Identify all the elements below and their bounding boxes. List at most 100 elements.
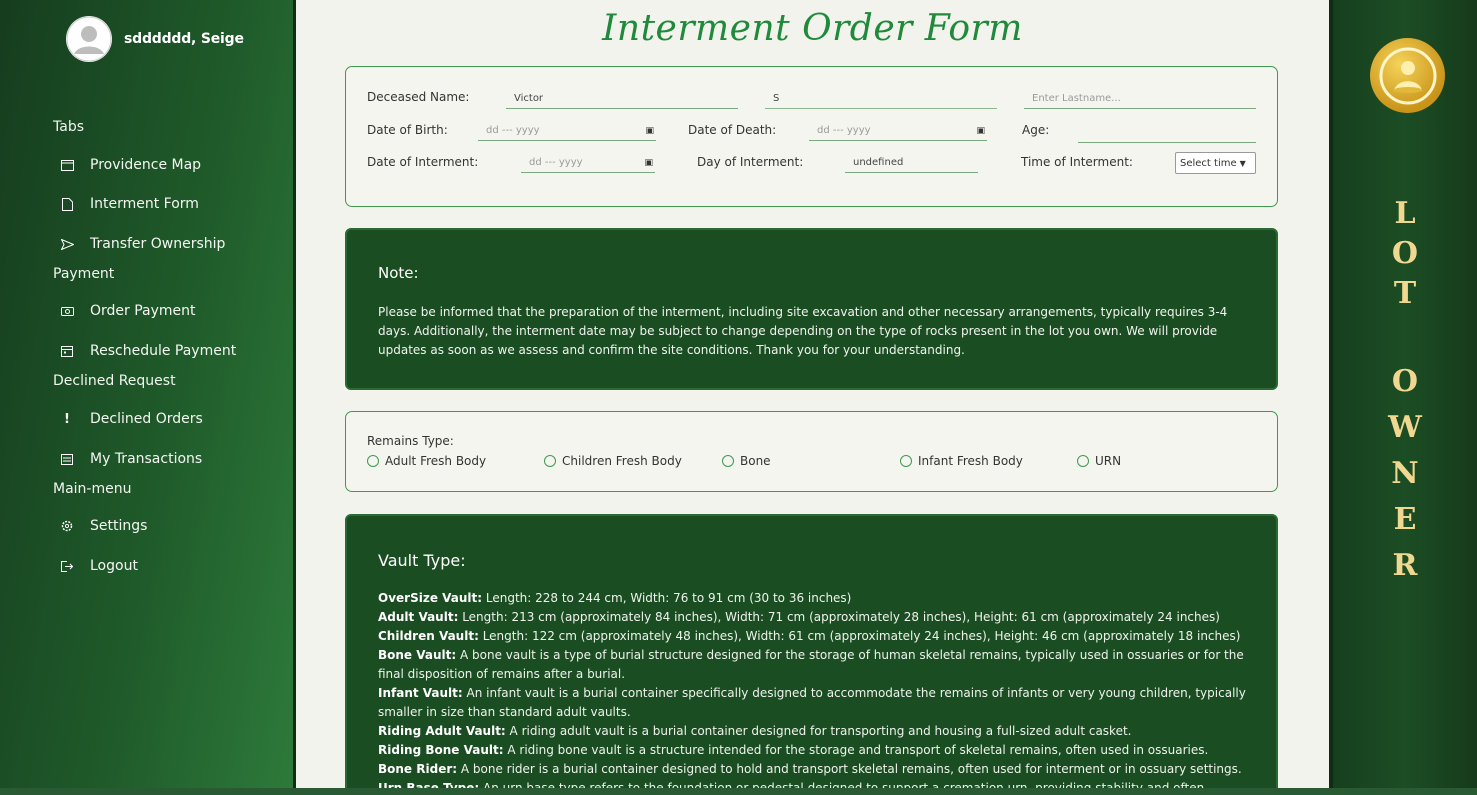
radio-label: URN — [1095, 454, 1122, 468]
radio-circle[interactable] — [900, 455, 912, 467]
vault-type-list: OverSize Vault: Length: 228 to 244 cm, W… — [378, 589, 1258, 795]
date-placeholder: dd --- yyyy — [529, 157, 583, 168]
vault-item-name: Children Vault: — [378, 629, 479, 643]
age-input[interactable] — [1078, 123, 1256, 143]
age-label: Age: — [1022, 123, 1050, 137]
note-title: Note: — [378, 264, 419, 282]
nav-reschedule-payment[interactable]: Reschedule Payment — [60, 343, 236, 359]
vault-item: OverSize Vault: Length: 228 to 244 cm, W… — [378, 589, 1258, 608]
deceased-name-label: Deceased Name: — [367, 90, 470, 104]
radio-label: Adult Fresh Body — [385, 454, 487, 468]
vault-type-title: Vault Type: — [378, 551, 466, 570]
doi-input[interactable]: dd --- yyyy ▣ — [521, 153, 655, 173]
radio-circle[interactable] — [544, 455, 556, 467]
money-icon — [60, 304, 74, 318]
vertical-letter: L — [1394, 196, 1416, 231]
radio-adult-fresh-body[interactable]: Adult Fresh Body — [367, 454, 486, 468]
doi-label: Date of Interment: — [367, 155, 479, 169]
radio-infant-fresh-body[interactable]: Infant Fresh Body — [900, 454, 1023, 468]
vault-item: Bone Vault: A bone vault is a type of bu… — [378, 646, 1258, 684]
nav-interment-form[interactable]: Interment Form — [60, 196, 199, 212]
nav-providence-map[interactable]: Providence Map — [60, 157, 201, 173]
radio-label: Children Fresh Body — [562, 454, 682, 468]
receipt-icon — [60, 452, 74, 466]
vertical-letter: O — [1391, 236, 1419, 271]
radio-circle[interactable] — [367, 455, 379, 467]
nav-label: My Transactions — [90, 451, 203, 467]
chevron-down-icon: ▼ — [1239, 158, 1246, 168]
time-label: Time of Interment: — [1021, 155, 1133, 169]
page-title: Interment Order Form — [602, 8, 1023, 49]
nav-label: Interment Form — [90, 196, 199, 212]
last-name-input[interactable] — [1024, 89, 1256, 109]
right-panel: L O T O W N E R — [1333, 0, 1477, 795]
vertical-letter: N — [1391, 456, 1419, 491]
dob-label: Date of Birth: — [367, 123, 448, 137]
remains-type-label: Remains Type: — [367, 434, 454, 448]
avatar — [66, 16, 112, 62]
nav-transfer-ownership[interactable]: Transfer Ownership — [60, 236, 225, 252]
vault-item-name: OverSize Vault: — [378, 591, 483, 605]
middle-name-input[interactable] — [765, 89, 997, 109]
vertical-letter: W — [1388, 410, 1422, 445]
date-placeholder: dd --- yyyy — [817, 125, 871, 136]
vault-item-desc: A riding adult vault is a burial contain… — [505, 724, 1132, 738]
note-text: Please be informed that the preparation … — [378, 305, 1228, 357]
calendar-icon[interactable]: ▣ — [645, 126, 654, 136]
vault-item: Riding Bone Vault: A riding bone vault i… — [378, 741, 1258, 760]
section-tabs: Tabs — [53, 119, 84, 135]
radio-label: Bone — [740, 454, 771, 468]
user-icon — [66, 16, 112, 62]
vault-item-desc: An infant vault is a burial container sp… — [378, 686, 1246, 719]
main-content: Interment Order Form Deceased Name: Date… — [296, 0, 1329, 795]
vault-item-desc: A riding bone vault is a structure inten… — [503, 743, 1209, 757]
radio-circle[interactable] — [1077, 455, 1089, 467]
nav-label: Order Payment — [90, 303, 196, 319]
first-name-input[interactable] — [506, 89, 738, 109]
owner-icon — [1379, 47, 1436, 104]
day-label: Day of Interment: — [697, 155, 804, 169]
vault-item-desc: A bone vault is a type of burial structu… — [378, 648, 1244, 681]
vault-item: Adult Vault: Length: 213 cm (approximate… — [378, 608, 1258, 627]
dod-label: Date of Death: — [688, 123, 777, 137]
lot-owner-logo — [1370, 38, 1445, 113]
vault-item-desc: Length: 122 cm (approximately 48 inches)… — [478, 629, 1241, 643]
vault-item: Infant Vault: An infant vault is a buria… — [378, 684, 1258, 722]
vault-item-name: Bone Rider: — [378, 762, 458, 776]
vertical-letter: R — [1392, 548, 1418, 583]
section-payment: Payment — [53, 266, 115, 282]
sidebar: sdddddd, Seige Tabs Providence Map Inter… — [0, 0, 293, 795]
vault-item-name: Bone Vault: — [378, 648, 457, 662]
time-select[interactable]: Select time ▼ — [1175, 152, 1256, 174]
nav-my-transactions[interactable]: My Transactions — [60, 451, 202, 467]
radio-bone[interactable]: Bone — [722, 454, 771, 468]
note-panel: Note: Please be informed that the prepar… — [345, 228, 1278, 390]
vault-item-name: Infant Vault: — [378, 686, 463, 700]
nav-settings[interactable]: Settings — [60, 518, 147, 534]
radio-children-fresh-body[interactable]: Children Fresh Body — [544, 454, 682, 468]
vertical-letter: O — [1391, 364, 1419, 399]
radio-urn[interactable]: URN — [1077, 454, 1121, 468]
radio-label: Infant Fresh Body — [918, 454, 1023, 468]
dod-input[interactable]: dd --- yyyy ▣ — [809, 121, 987, 141]
send-icon — [60, 237, 74, 251]
vault-item: Children Vault: Length: 122 cm (approxim… — [378, 627, 1258, 646]
section-main-menu: Main-menu — [53, 481, 132, 497]
radio-circle[interactable] — [722, 455, 734, 467]
map-icon — [60, 158, 74, 172]
user-profile[interactable]: sdddddd, Seige — [66, 16, 244, 62]
nav-declined-orders[interactable]: ! Declined Orders — [60, 411, 203, 427]
day-input[interactable] — [845, 153, 978, 173]
nav-label: Transfer Ownership — [90, 236, 226, 252]
calendar-icon[interactable]: ▣ — [976, 126, 985, 136]
calendar-icon — [60, 344, 74, 358]
vault-type-panel: Vault Type: OverSize Vault: Length: 228 … — [345, 514, 1278, 795]
nav-label: Declined Orders — [90, 411, 203, 427]
nav-order-payment[interactable]: Order Payment — [60, 303, 196, 319]
vault-item: Riding Adult Vault: A riding adult vault… — [378, 722, 1258, 741]
username: sdddddd, Seige — [124, 31, 244, 47]
nav-logout[interactable]: Logout — [60, 558, 138, 574]
calendar-icon[interactable]: ▣ — [644, 158, 653, 168]
vault-item-desc: A bone rider is a burial container desig… — [457, 762, 1242, 776]
dob-input[interactable]: dd --- yyyy ▣ — [478, 121, 656, 141]
